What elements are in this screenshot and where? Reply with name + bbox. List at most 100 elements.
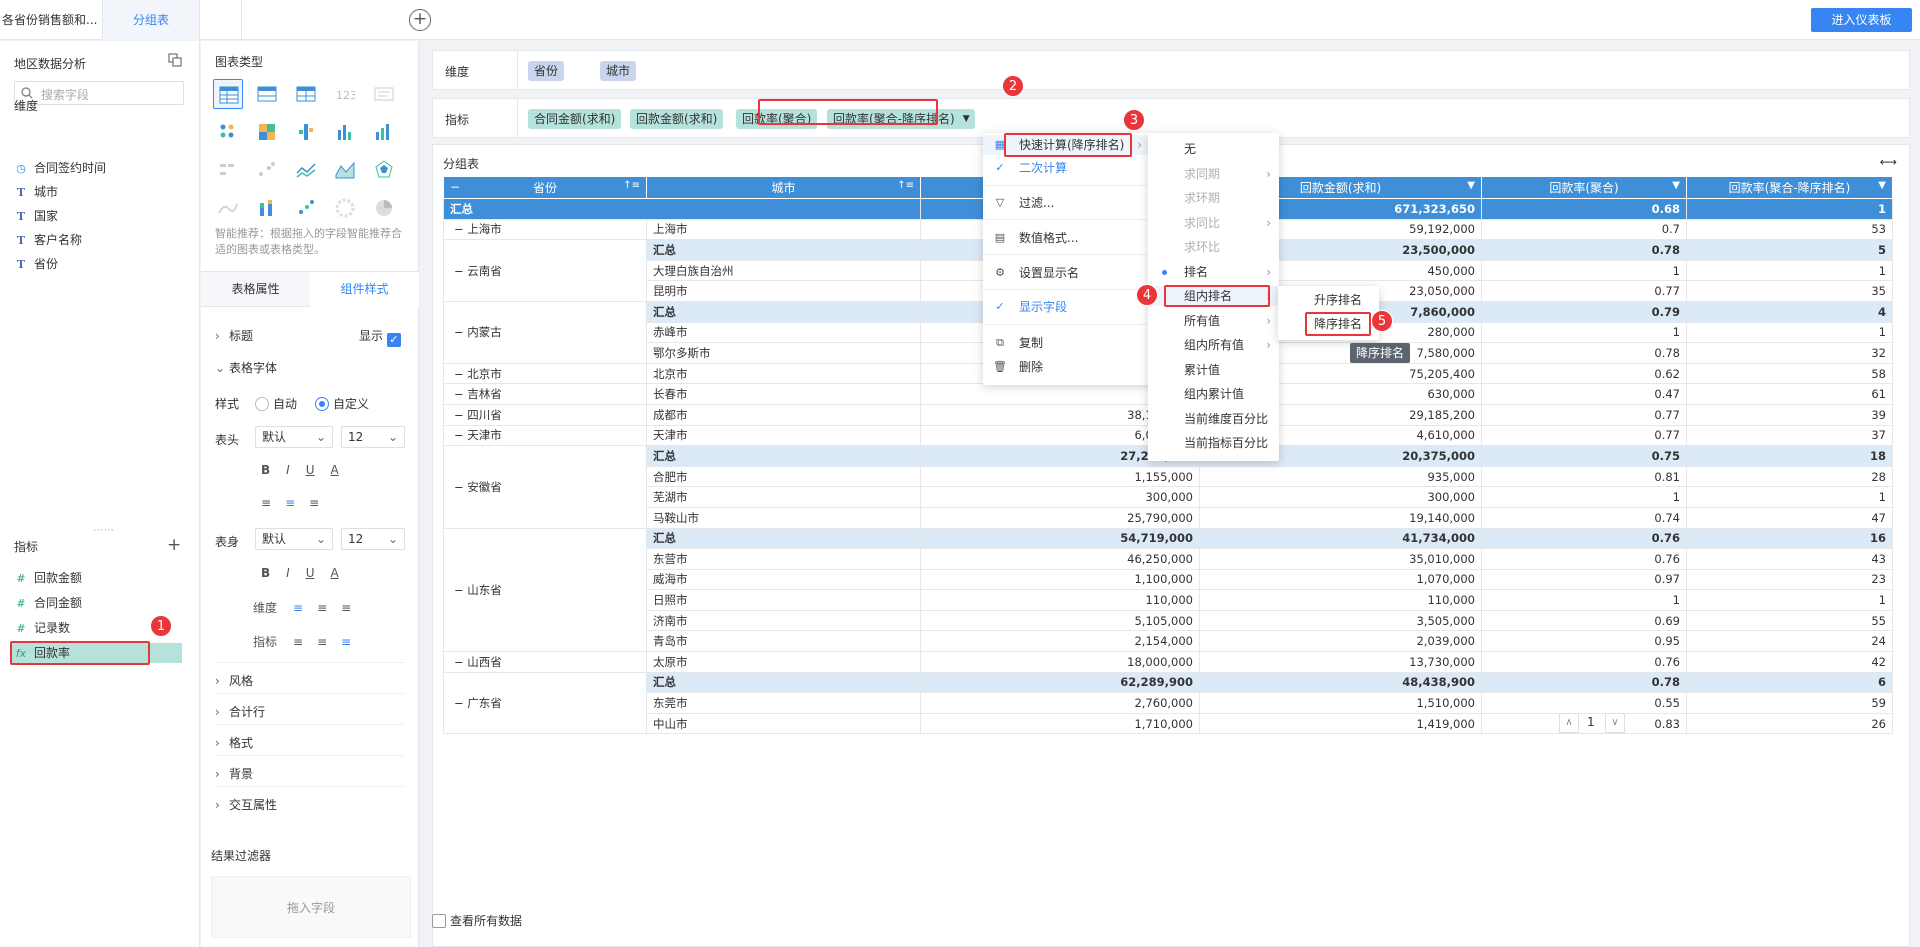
field-payment-amount[interactable]: # 回款金额 <box>14 568 82 588</box>
switch-dataset-icon[interactable] <box>168 53 182 67</box>
page-down-button[interactable]: ∨ <box>1605 713 1625 733</box>
align-right-icon[interactable]: ≡ <box>341 635 351 649</box>
dimension-shelf[interactable]: 维度 省份 城市 <box>432 50 1910 90</box>
align-right-icon[interactable]: ≡ <box>341 601 351 615</box>
chart-type-bubble[interactable] <box>291 193 321 223</box>
show-title-toggle[interactable]: 显示 ✓ <box>359 327 401 347</box>
field-contract-amount[interactable]: # 合同金额 <box>14 593 82 613</box>
province-cell[interactable]: − 上海市 <box>443 218 647 241</box>
sort-icon[interactable]: ↑≡ <box>897 180 914 191</box>
collapse-icon[interactable]: − <box>454 583 467 597</box>
province-cell[interactable]: − 天津市 <box>443 424 647 447</box>
measure-shelf[interactable]: 指标 合同金额(求和) 回款金额(求和) 回款率(聚合) 回款率(聚合-降序排名… <box>432 98 1910 138</box>
field-record-count[interactable]: # 记录数 <box>14 618 70 638</box>
field-province[interactable]: T 省份 <box>14 254 58 274</box>
interaction-section[interactable]: › 交互属性 <box>215 796 277 813</box>
chart-type-strip[interactable] <box>213 155 243 185</box>
submenu-item-rank[interactable]: 排名 › <box>1148 262 1279 282</box>
resize-handle[interactable]: ⋯⋯ <box>93 525 115 536</box>
add-tab-icon[interactable]: + <box>409 9 431 31</box>
province-cell[interactable]: − 安徽省 <box>443 445 647 529</box>
style-section[interactable]: › 风格 <box>215 672 253 689</box>
chart-type-curve[interactable] <box>213 193 243 223</box>
collapse-icon[interactable]: − <box>454 264 467 278</box>
field-customer[interactable]: T 客户名称 <box>14 230 82 250</box>
column-header-rate-agg[interactable]: 回款率(聚合) ▼ <box>1481 176 1687 199</box>
menu-item-show-field[interactable]: ✓ 显示字段 <box>983 297 1150 317</box>
format-section[interactable]: › 格式 <box>215 734 253 751</box>
tab-table-properties[interactable]: 表格属性 <box>201 272 310 306</box>
align-right-icon[interactable]: ≡ <box>309 496 319 510</box>
page-up-button[interactable]: ∧ <box>1559 713 1579 733</box>
chart-type-column[interactable] <box>369 117 399 147</box>
province-cell[interactable]: − 内蒙古 <box>443 300 647 364</box>
submenu-item-measure-percent[interactable]: 当前指标百分比 <box>1148 433 1279 453</box>
field-country[interactable]: T 国家 <box>14 206 58 226</box>
chart-type-text[interactable] <box>369 79 399 109</box>
align-left-icon[interactable]: ≡ <box>293 601 303 615</box>
chart-type-pie[interactable] <box>369 193 399 223</box>
tab-analysis-title[interactable]: 各省份销售额和... <box>0 0 102 40</box>
font-color-icon[interactable]: A <box>331 463 339 477</box>
tab-group-table[interactable]: 分组表 <box>102 0 200 40</box>
chart-type-line[interactable] <box>291 155 321 185</box>
province-cell[interactable]: − 吉林省 <box>443 383 647 405</box>
province-cell[interactable]: − 山西省 <box>443 651 647 673</box>
collapse-icon[interactable]: − <box>454 696 467 710</box>
align-left-icon[interactable]: ≡ <box>293 635 303 649</box>
chart-type-radar[interactable] <box>369 155 399 185</box>
align-center-icon[interactable]: ≡ <box>317 601 327 615</box>
enter-dashboard-button[interactable]: 进入仪表板 <box>1811 8 1912 32</box>
chart-type-sunburst[interactable] <box>330 193 360 223</box>
submenu-item-ascending-rank[interactable]: 升序排名 <box>1278 290 1379 310</box>
submenu-item-group-all-values[interactable]: 组内所有值 › <box>1148 335 1279 355</box>
menu-item-copy[interactable]: ⧉ 复制 <box>983 333 1150 353</box>
font-color-icon[interactable]: A <box>331 566 339 580</box>
italic-icon[interactable]: I <box>286 566 290 580</box>
collapse-icon[interactable]: − <box>454 387 467 401</box>
chart-type-heatmap[interactable] <box>252 117 282 147</box>
chart-type-stacked-column[interactable] <box>252 193 282 223</box>
chart-type-area[interactable] <box>330 155 360 185</box>
body-font-family-select[interactable]: 默认 ⌄ <box>255 528 333 550</box>
collapse-icon[interactable]: − <box>450 180 460 194</box>
header-font-family-select[interactable]: 默认 ⌄ <box>255 426 333 448</box>
dropdown-caret-icon[interactable]: ▼ <box>963 109 970 129</box>
bold-icon[interactable]: B <box>261 463 270 477</box>
column-header-rate-rank[interactable]: 回款率(聚合-降序排名) ▼ <box>1686 176 1893 199</box>
dropdown-caret-icon[interactable]: ▼ <box>1672 180 1680 191</box>
style-custom-radio[interactable]: 自定义 <box>315 395 369 412</box>
collapse-icon[interactable]: − <box>454 222 467 236</box>
bold-icon[interactable]: B <box>261 566 270 580</box>
submenu-item-cumulative[interactable]: 累计值 <box>1148 360 1279 380</box>
collapse-icon[interactable]: − <box>454 480 467 494</box>
add-measure-icon[interactable]: + <box>167 535 181 555</box>
collapse-icon[interactable]: − <box>454 325 467 339</box>
underline-icon[interactable]: U <box>306 463 315 477</box>
header-font-size-select[interactable]: 12 ⌄ <box>341 426 405 448</box>
underline-icon[interactable]: U <box>306 566 315 580</box>
chart-type-group-table[interactable] <box>213 79 243 109</box>
sort-icon[interactable]: ↑≡ <box>623 180 640 191</box>
dropdown-caret-icon[interactable]: ▼ <box>1467 180 1475 191</box>
menu-item-filter[interactable]: ▽ 过滤... <box>983 193 1150 213</box>
collapse-icon[interactable]: − <box>454 408 467 422</box>
body-font-size-select[interactable]: 12 ⌄ <box>341 528 405 550</box>
menu-item-delete[interactable]: 🗑 删除 <box>983 357 1150 377</box>
collapse-icon[interactable]: − <box>454 655 467 669</box>
submenu-item-all-values[interactable]: 所有值 › <box>1148 311 1279 331</box>
result-filter-dropzone[interactable]: 拖入字段 <box>211 876 411 938</box>
checkbox-icon[interactable] <box>432 914 446 928</box>
field-search-input[interactable]: 搜索字段 <box>14 81 184 105</box>
background-section[interactable]: › 背景 <box>215 765 253 782</box>
menu-item-number-format[interactable]: ▤ 数值格式... <box>983 228 1150 248</box>
dimension-pill-province[interactable]: 省份 <box>528 61 565 81</box>
province-cell[interactable]: − 云南省 <box>443 239 647 302</box>
tab-component-style[interactable]: 组件样式 <box>310 272 419 307</box>
align-center-icon[interactable]: ≡ <box>317 635 327 649</box>
chart-type-cross-table[interactable] <box>291 79 321 109</box>
measure-pill-payment-sum[interactable]: 回款金额(求和) <box>630 109 724 129</box>
title-section[interactable]: › 标题 <box>215 327 253 344</box>
chart-type-bar[interactable] <box>330 117 360 147</box>
collapse-icon[interactable]: − <box>454 367 467 381</box>
